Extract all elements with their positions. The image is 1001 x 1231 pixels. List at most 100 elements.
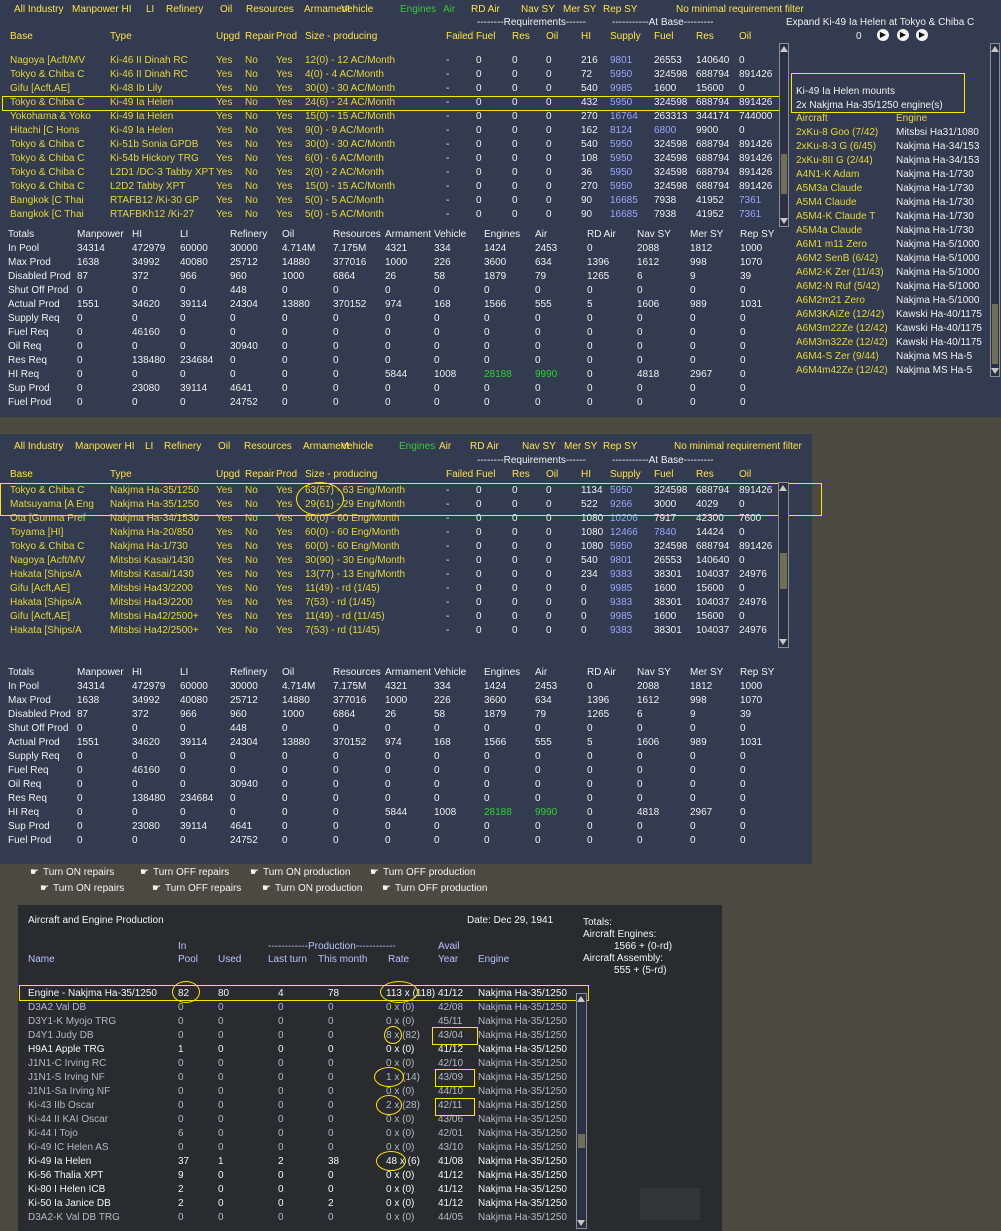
production-row[interactable]: H9A1 Apple TRG 1 0 0 0 0 x (0) 41/12 Nakjma Ha-… bbox=[18, 1044, 578, 1058]
table-row[interactable]: Tokyo & Chiba C Ki-51b Sonia GPDB Yes No Yes… bbox=[0, 139, 790, 153]
production-row[interactable]: Ki-56 Thalia XPT 9 0 0 0 0 x (0) 41/12 Nakjma H… bbox=[18, 1170, 578, 1184]
table-row[interactable]: Toyama [HI] Nakjma Ha-20/850 Yes No Yes 60(0)… bbox=[0, 527, 790, 541]
tab-all-industry[interactable]: All Industry bbox=[14, 441, 63, 452]
scroll-thumb[interactable] bbox=[992, 304, 998, 364]
list-item[interactable]: A6M2m21 Zero Nakjma Ha-5/1000 bbox=[796, 295, 991, 309]
tab-li[interactable]: LI bbox=[146, 4, 154, 15]
scroll-up-icon[interactable] bbox=[780, 46, 788, 52]
turn-button[interactable]: ☛ Turn OFF repairs bbox=[140, 867, 229, 878]
table-row[interactable]: Bangkok [C Thai RTAFBKh12 /Ki-27 Yes No Yes 5… bbox=[0, 209, 790, 223]
production-row[interactable]: Ki-44 I Tojo 6 0 0 0 0 x (0) 42/01 Nakjma Ha-35… bbox=[18, 1128, 578, 1142]
table-row[interactable]: Tokyo & Chiba C Nakjma Ha-1/730 Yes No Yes 60… bbox=[0, 541, 790, 555]
turn-button[interactable]: ☛ Turn ON repairs bbox=[30, 867, 114, 878]
tab-resources[interactable]: Resources bbox=[244, 441, 292, 452]
tab-vehicle[interactable]: Vehicle bbox=[341, 4, 373, 15]
table-row[interactable]: Tokyo & Chiba C L2D1 /DC-3 Tabby XPT Yes No… bbox=[0, 167, 790, 181]
production-scrollbar[interactable] bbox=[576, 993, 587, 1229]
production-row[interactable]: Ki-49 Ia Helen 37 1 2 38 48 x (6) 41/08 Nakjma … bbox=[18, 1156, 578, 1170]
tab-oil[interactable]: Oil bbox=[218, 441, 230, 452]
end-button[interactable]: ▶ bbox=[916, 29, 928, 41]
production-row[interactable]: Ki-50 Ia Janice DB 2 0 0 2 0 x (0) 41/12 Nakjma… bbox=[18, 1198, 578, 1212]
tab-engines[interactable]: Engines bbox=[400, 4, 436, 15]
tab-all-industry[interactable]: All Industry bbox=[14, 4, 63, 15]
scroll-thumb[interactable] bbox=[578, 1134, 585, 1148]
list-item[interactable]: A5M4-K Claude T Nakjma Ha-1/730 bbox=[796, 211, 991, 225]
tab-refinery[interactable]: Refinery bbox=[166, 4, 203, 15]
turn-button[interactable]: ☛ Turn OFF repairs bbox=[152, 883, 241, 894]
list-item[interactable]: 2xKu-8II G (2/44) Nakjma Ha-34/153 bbox=[796, 155, 991, 169]
turn-button[interactable]: ☛ Turn ON production bbox=[250, 867, 350, 878]
tab-rd-air[interactable]: RD Air bbox=[470, 441, 499, 452]
table-scrollbar[interactable] bbox=[779, 43, 789, 227]
turn-button[interactable]: ☛ Turn OFF production bbox=[382, 883, 487, 894]
turn-button[interactable]: ☛ Turn OFF production bbox=[370, 867, 475, 878]
production-row[interactable]: D3A2 Val DB 0 0 0 0 0 x (0) 42/08 Nakjma Ha-35/… bbox=[18, 1002, 578, 1016]
production-row[interactable]: Ki-43 IIb Oscar 0 0 0 0 2 x (28) 42/11 Nakjma H… bbox=[18, 1100, 578, 1114]
production-row[interactable]: J1N1-Sa Irving NF 0 0 0 0 0 x (0) 44/10 Nakjma … bbox=[18, 1086, 578, 1100]
production-row[interactable]: Ki-44 II KAI Oscar 0 0 0 0 0 x (0) 43/06 Nakjma… bbox=[18, 1114, 578, 1128]
table-scrollbar[interactable] bbox=[778, 482, 789, 648]
turn-button[interactable]: ☛ Turn ON repairs bbox=[40, 883, 124, 894]
tab-nav-sy[interactable]: Nav SY bbox=[522, 441, 556, 452]
tab-rep-sy[interactable]: Rep SY bbox=[603, 4, 637, 15]
tab-rep-sy[interactable]: Rep SY bbox=[603, 441, 637, 452]
tab-mer-sy[interactable]: Mer SY bbox=[563, 4, 596, 15]
tab-nav-sy[interactable]: Nav SY bbox=[521, 4, 555, 15]
scroll-up-icon[interactable] bbox=[779, 485, 787, 491]
table-row[interactable]: Hitachi [C Hons Ki-49 Ia Helen Yes No Yes 9(0… bbox=[0, 125, 790, 139]
table-row[interactable]: Tokyo & Chiba C L2D2 Tabby XPT Yes No Yes 15(… bbox=[0, 181, 790, 195]
table-row[interactable]: Yokohama & Yoko Ki-49 Ia Helen Yes No Yes 15(… bbox=[0, 111, 790, 125]
production-row[interactable]: D3A2-K Val DB TRG 0 0 0 0 0 x (0) 44/05 Nakjma … bbox=[18, 1212, 578, 1226]
production-row[interactable]: Ki-80 I Helen ICB 2 0 0 0 0 x (0) 41/12 Nakjma … bbox=[18, 1184, 578, 1198]
table-row[interactable]: Gifu [Acft,AE] Mitsbsi Ha43/2200 Yes No Yes 1… bbox=[0, 583, 790, 597]
scroll-down-icon[interactable] bbox=[991, 368, 999, 374]
table-row[interactable]: Hakata [Ships/A Mitsbsi Ha42/2500+ Yes No Ye… bbox=[0, 625, 790, 639]
fast-forward-button[interactable]: ▶ bbox=[897, 29, 909, 41]
tab-resources[interactable]: Resources bbox=[246, 4, 294, 15]
scroll-up-icon[interactable] bbox=[991, 46, 999, 52]
table-row[interactable]: Hakata [Ships/A Mitsbsi Kasai/1430 Yes No Ye… bbox=[0, 569, 790, 583]
list-item[interactable]: 2xKu-8 Goo (7/42) Mitsbsi Ha31/1080 bbox=[796, 127, 991, 141]
table-row[interactable]: Nagoya [Acft/MV Ki-46 II Dinah RC Yes No Yes… bbox=[0, 55, 790, 69]
scroll-down-icon[interactable] bbox=[779, 639, 787, 645]
list-item[interactable]: A5M4 Claude Nakjma Ha-1/730 bbox=[796, 197, 991, 211]
list-item[interactable]: A6M3KAIZe (12/42) Kawski Ha-40/1175 bbox=[796, 309, 991, 323]
list-item[interactable]: A6M1 m11 Zero Nakjma Ha-5/1000 bbox=[796, 239, 991, 253]
tab-air[interactable]: Air bbox=[439, 441, 451, 452]
scroll-down-icon[interactable] bbox=[780, 218, 788, 224]
scroll-down-icon[interactable] bbox=[577, 1220, 585, 1226]
list-item[interactable]: A5M3a Claude Nakjma Ha-1/730 bbox=[796, 183, 991, 197]
scroll-thumb[interactable] bbox=[780, 553, 787, 589]
list-item[interactable]: 2xKu-8-3 G (6/45) Nakjma Ha-34/153 bbox=[796, 141, 991, 155]
tab-oil[interactable]: Oil bbox=[220, 4, 232, 15]
next-arrow-button[interactable]: ▶ bbox=[877, 29, 889, 41]
tab-manpower-hi[interactable]: Manpower HI bbox=[72, 4, 131, 15]
list-item[interactable]: A6M3m32Ze (12/42) Kawski Ha-40/1175 bbox=[796, 337, 991, 351]
table-row[interactable]: Bangkok [C Thai RTAFB12 /Ki-30 GP Yes No Yes… bbox=[0, 195, 790, 209]
list-item[interactable]: A6M2-N Ruf (5/42) Nakjma Ha-5/1000 bbox=[796, 281, 991, 295]
production-row[interactable]: J1N1-S Irving NF 0 0 0 0 1 x (14) 43/09 Nakjma … bbox=[18, 1072, 578, 1086]
list-item[interactable]: A6M2-K Zer (11/43) Nakjma Ha-5/1000 bbox=[796, 267, 991, 281]
list-item[interactable]: A5M4a Claude Nakjma Ha-1/730 bbox=[796, 225, 991, 239]
tab-refinery[interactable]: Refinery bbox=[164, 441, 201, 452]
scroll-thumb[interactable] bbox=[781, 154, 787, 194]
tab-manpower-hi[interactable]: Manpower HI bbox=[75, 441, 134, 452]
list-item[interactable]: A6M3m22Ze (12/42) Kawski Ha-40/1175 bbox=[796, 323, 991, 337]
list-item[interactable]: A6M4-S Zer (9/44) Nakjma MS Ha-5 bbox=[796, 351, 991, 365]
production-row[interactable]: Ki-49 IC Helen AS 0 0 0 0 0 x (0) 43/10 Nakjma … bbox=[18, 1142, 578, 1156]
production-row[interactable]: J1N1-C Irving RC 0 0 0 0 0 x (0) 42/10 Nakjma H… bbox=[18, 1058, 578, 1072]
filter-toggle[interactable]: No minimal requirement filter bbox=[674, 441, 802, 452]
list-item[interactable]: A4N1-K Adam Nakjma Ha-1/730 bbox=[796, 169, 991, 183]
side-scrollbar[interactable] bbox=[990, 43, 1000, 377]
tab-engines[interactable]: Engines bbox=[399, 441, 435, 452]
tab-mer-sy[interactable]: Mer SY bbox=[564, 441, 597, 452]
scroll-up-icon[interactable] bbox=[577, 996, 585, 1002]
table-row[interactable]: Tokyo & Chiba C Ki-54b Hickory TRG Yes No Ye… bbox=[0, 153, 790, 167]
production-row[interactable]: D4Y1 Judy DB 0 0 0 0 8 x (82) 43/04 Nakjma Ha-3… bbox=[18, 1030, 578, 1044]
tab-air[interactable]: Air bbox=[443, 4, 455, 15]
table-row[interactable]: Nagoya [Acft/MV Mitsbsi Kasai/1430 Yes No Ye… bbox=[0, 555, 790, 569]
turn-button[interactable]: ☛ Turn ON production bbox=[262, 883, 362, 894]
table-row[interactable]: Hakata [Ships/A Mitsbsi Ha43/2200 Yes No Yes… bbox=[0, 597, 790, 611]
tab-vehicle[interactable]: Vehicle bbox=[341, 441, 373, 452]
list-item[interactable]: A6M4m42Ze (12/42) Nakjma MS Ha-5 bbox=[796, 365, 991, 379]
